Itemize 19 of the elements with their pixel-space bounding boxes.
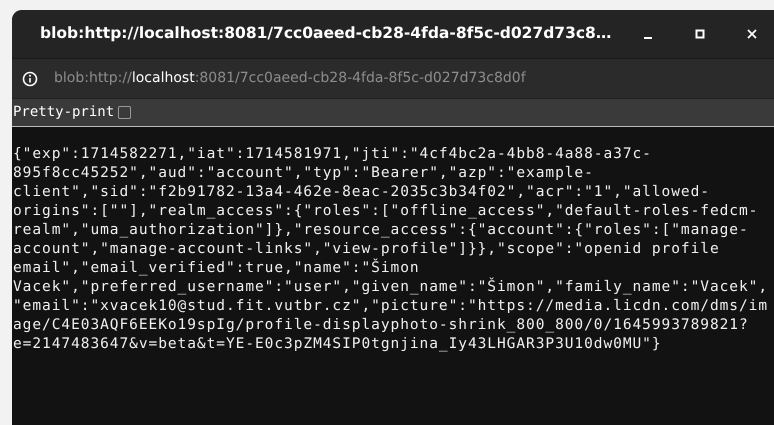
window-title: blob:http://localhost:8081/7cc0aeed-cb28-4fda-8f5c-d027d73c8… bbox=[40, 23, 612, 44]
close-icon bbox=[747, 29, 757, 39]
json-text-line: origins":[""],"realm_access":{"roles":["offline_access","default-roles-fedcm- bbox=[13, 202, 758, 221]
json-text-line: "email":"xvacek10@stud.fit.vutbr.cz","picture":"https://media.licdn.com/dms/im bbox=[13, 297, 768, 316]
json-text-line: client","sid":"f2b91782-13a4-462e-8eac-2035c3b34f02","acr":"1","allowed- bbox=[13, 183, 710, 202]
json-text-line: realm","uma_authorization"]},"resource_access":{"account":{"roles":["manage- bbox=[13, 221, 749, 240]
minimize-icon bbox=[644, 37, 652, 39]
json-text-line: email","email_verified":true,"name":"Šimon bbox=[13, 259, 420, 278]
maximize-icon bbox=[695, 29, 705, 39]
pretty-print-checkbox[interactable]: Pretty-print bbox=[13, 102, 132, 123]
address-bar[interactable]: blob:http://localhost:8081/7cc0aeed-cb28-4fda-8f5c-d027d73c8d0f bbox=[12, 58, 774, 98]
address-text[interactable]: blob:http://localhost:8081/7cc0aeed-cb28-4fda-8f5c-d027d73c8d0f bbox=[54, 68, 526, 89]
json-text-line: account","manage-account-links","view-profile"]}},"scope":"openid profile bbox=[13, 240, 720, 258]
json-text-line: age/C4E03AQF6EEKo19spIg/profile-displayphoto-shrink_800_800/0/1645993789821? bbox=[13, 316, 749, 335]
json-text-line: e=2147483647&v=beta&t=YE-E0c3pZM4SIP0tgnjina_Iy43LHGAR3P3U10dw0MU"} bbox=[13, 335, 662, 354]
info-icon[interactable] bbox=[22, 70, 38, 86]
json-text-line: Vacek","preferred_username":"user","given_name":"Šimon","family_name":"Vacek", bbox=[13, 278, 768, 297]
json-text-line: 895f8cc45252","aud":"account","typ":"Bearer","azp":"example- bbox=[13, 164, 594, 183]
json-text-line: {"exp":1714582271,"iat":1714581971,"jti":"4cf4bc2a-4bb8-4a88-a37c- bbox=[13, 145, 652, 164]
